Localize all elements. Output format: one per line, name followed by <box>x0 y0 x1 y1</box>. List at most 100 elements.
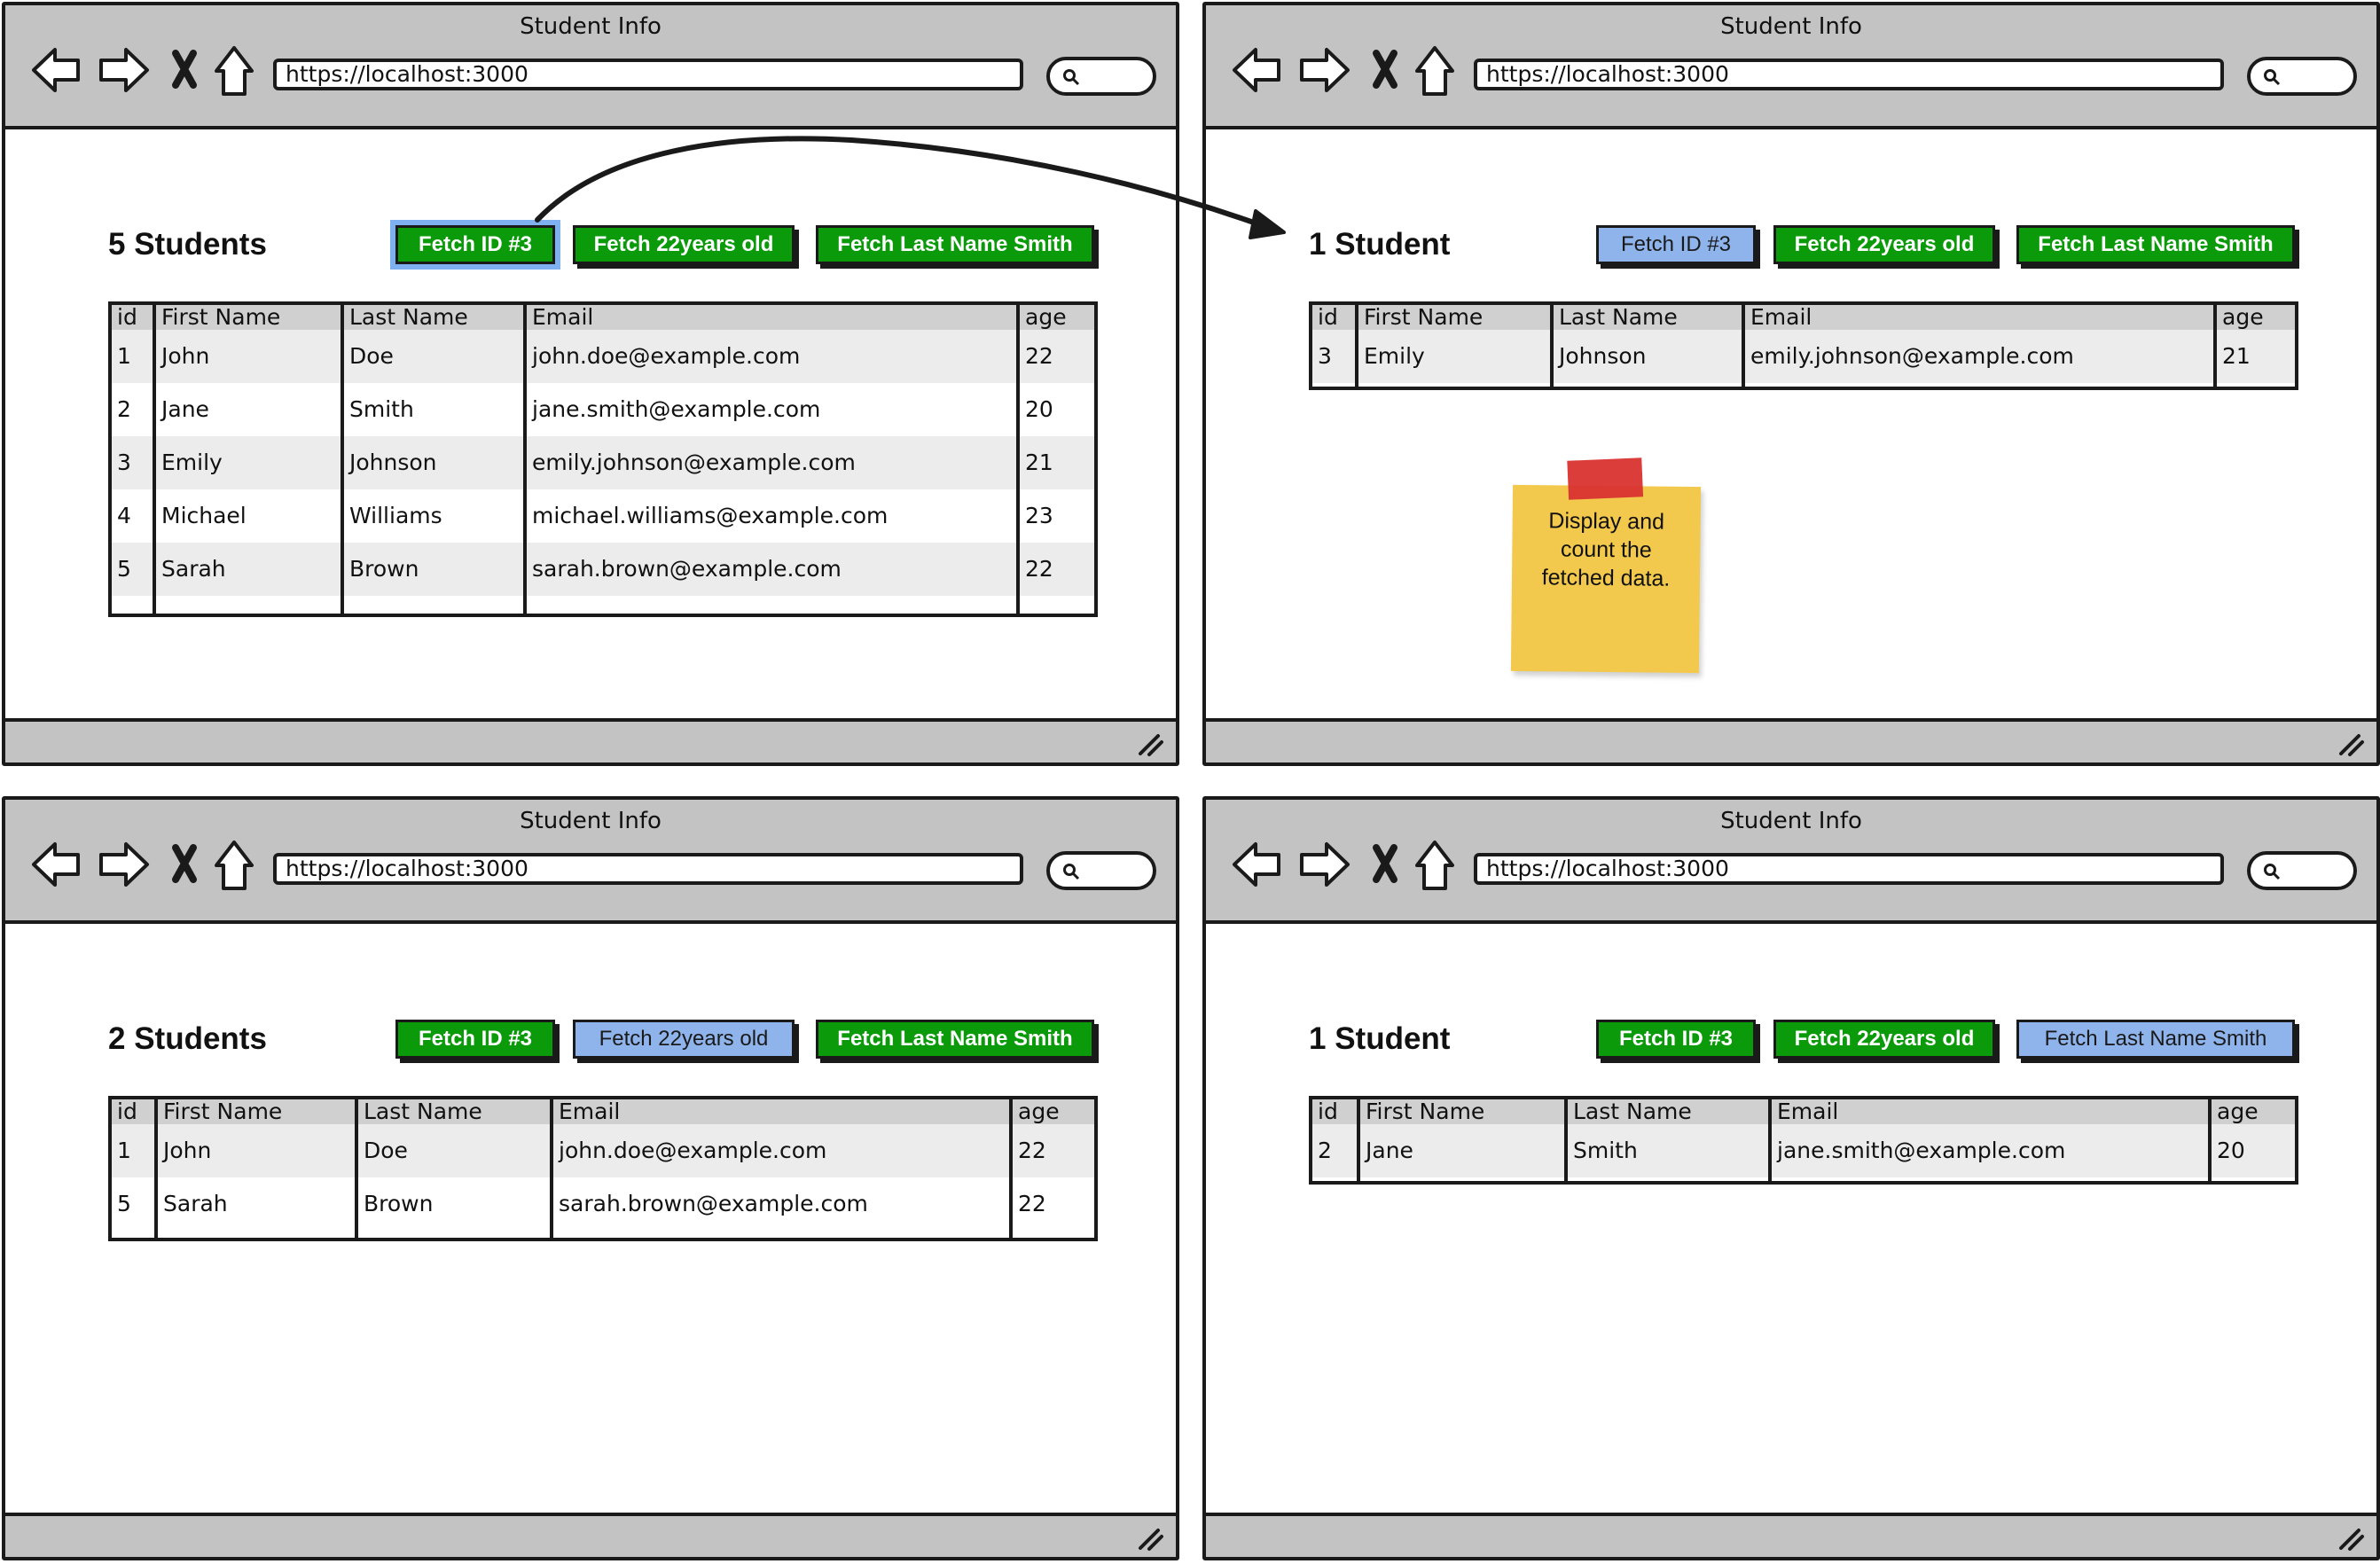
cell-email: emily.johnson@example.com <box>1750 343 2074 369</box>
fetch-id-3-button[interactable]: Fetch ID #3 <box>1596 1020 1756 1059</box>
status-bar <box>5 718 1176 762</box>
fetch-last-name-smith-button[interactable]: Fetch Last Name Smith <box>2016 225 2295 264</box>
table-header: id First Name Last Name Email age <box>1312 305 2295 330</box>
table-row[interactable]: 1 John Doe john.doe@example.com 22 <box>112 1124 1094 1177</box>
resize-grip-icon[interactable] <box>2336 731 2366 757</box>
header-email: Email <box>532 305 594 330</box>
sticky-tape <box>1567 457 1644 500</box>
back-arrow-icon[interactable] <box>32 48 80 92</box>
column-divider <box>1355 305 1358 387</box>
fetch-last-name-smith-button[interactable]: Fetch Last Name Smith <box>816 225 1094 264</box>
student-count-heading: 1 Student <box>1309 227 1451 262</box>
fetch-id-3-button[interactable]: Fetch ID #3 <box>395 1020 555 1059</box>
forward-arrow-icon[interactable] <box>1300 48 1350 92</box>
home-icon[interactable] <box>215 841 254 890</box>
search-icon <box>2264 69 2281 86</box>
cell-email: jane.smith@example.com <box>1777 1138 2066 1163</box>
students-table: id First Name Last Name Email age 3 Emil… <box>1309 301 2298 390</box>
students-table: id First Name Last Name Email age 1 John… <box>108 1096 1098 1241</box>
back-arrow-icon[interactable] <box>32 842 80 887</box>
sticky-note: Display and count the fetched data. <box>1510 457 1702 674</box>
search-button[interactable] <box>2247 851 2357 890</box>
cell-age: 20 <box>1025 396 1053 422</box>
table-header: id First Name Last Name Email age <box>112 305 1094 330</box>
cell-last-name: Smith <box>1573 1138 1638 1163</box>
fetch-last-name-smith-button[interactable]: Fetch Last Name Smith <box>2016 1020 2295 1059</box>
url-bar[interactable]: https://localhost:3000 <box>1474 853 2224 885</box>
fetch-22-years-old-button[interactable]: Fetch 22years old <box>1773 1020 1995 1059</box>
cell-email: john.doe@example.com <box>532 343 801 369</box>
forward-arrow-icon[interactable] <box>1300 842 1350 887</box>
column-divider <box>1016 305 1020 614</box>
forward-arrow-icon[interactable] <box>99 842 149 887</box>
resize-grip-icon[interactable] <box>1135 731 1165 757</box>
url-bar[interactable]: https://localhost:3000 <box>1474 59 2224 90</box>
table-row[interactable]: 1 John Doe john.doe@example.com 22 <box>112 330 1094 383</box>
stop-x-icon[interactable] <box>172 50 197 89</box>
column-divider <box>355 1099 358 1238</box>
stop-x-icon[interactable] <box>172 844 197 883</box>
stop-x-icon[interactable] <box>1373 844 1397 883</box>
table-row[interactable]: 5 Sarah Brown sarah.brown@example.com 22 <box>112 543 1094 596</box>
browser-toolbar: Student Info https://localhost:3000 <box>5 5 1176 129</box>
resize-grip-icon[interactable] <box>1135 1525 1165 1552</box>
search-button[interactable] <box>2247 57 2357 96</box>
cell-first-name: Jane <box>161 396 209 422</box>
browser-window-4: Student Info https://localhost:3000 1 St… <box>1202 796 2380 1560</box>
column-divider <box>1742 305 1745 387</box>
fetch-22-years-old-button[interactable]: Fetch 22years old <box>573 1020 795 1059</box>
column-divider <box>1009 1099 1013 1238</box>
table-row[interactable]: 3 Emily Johnson emily.johnson@example.co… <box>1312 330 2295 383</box>
cell-id: 2 <box>1318 1138 1332 1163</box>
url-bar[interactable]: https://localhost:3000 <box>273 59 1023 90</box>
resize-grip-icon[interactable] <box>2336 1525 2366 1552</box>
cell-last-name: Williams <box>349 503 442 528</box>
cell-first-name: Sarah <box>161 556 226 582</box>
cell-first-name: Emily <box>161 450 223 475</box>
table-row[interactable]: 4 Michael Williams michael.williams@exam… <box>112 489 1094 543</box>
table-row[interactable]: 2 Jane Smith jane.smith@example.com 20 <box>1312 1124 2295 1177</box>
fetch-22-years-old-button[interactable]: Fetch 22years old <box>1773 225 1995 264</box>
cell-first-name: John <box>161 343 210 369</box>
cell-first-name: John <box>163 1138 212 1163</box>
url-bar[interactable]: https://localhost:3000 <box>273 853 1023 885</box>
cell-email: michael.williams@example.com <box>532 503 889 528</box>
fetch-22-years-old-button[interactable]: Fetch 22years old <box>573 225 795 264</box>
table-row[interactable]: 5 Sarah Brown sarah.brown@example.com 22 <box>112 1177 1094 1231</box>
search-button[interactable] <box>1046 851 1156 890</box>
search-button[interactable] <box>1046 57 1156 96</box>
cell-id: 3 <box>117 450 131 475</box>
header-first-name: First Name <box>161 305 281 330</box>
column-divider <box>2213 305 2217 387</box>
cell-last-name: Brown <box>349 556 419 582</box>
home-icon[interactable] <box>1415 46 1454 96</box>
back-arrow-icon[interactable] <box>1233 48 1280 92</box>
cell-age: 22 <box>1018 1191 1046 1216</box>
header-age: age <box>1018 1099 1060 1124</box>
header-first-name: First Name <box>1364 305 1484 330</box>
browser-window-3: Student Info https://localhost:3000 2 St… <box>2 796 1179 1560</box>
home-icon[interactable] <box>215 46 254 96</box>
cell-age: 20 <box>2217 1138 2245 1163</box>
home-icon[interactable] <box>1415 841 1454 890</box>
search-icon <box>1063 864 1080 880</box>
table-row[interactable]: 3 Emily Johnson emily.johnson@example.co… <box>112 436 1094 489</box>
header-age: age <box>1025 305 1067 330</box>
back-arrow-icon[interactable] <box>1233 842 1280 887</box>
column-divider <box>1357 1099 1360 1181</box>
cell-id: 2 <box>117 396 131 422</box>
header-email: Email <box>1777 1099 1839 1124</box>
header-id: id <box>117 305 137 330</box>
column-divider <box>1564 1099 1568 1181</box>
cell-first-name: Jane <box>1366 1138 1413 1163</box>
table-row[interactable]: 2 Jane Smith jane.smith@example.com 20 <box>112 383 1094 436</box>
forward-arrow-icon[interactable] <box>99 48 149 92</box>
column-divider <box>1768 1099 1772 1181</box>
header-age: age <box>2217 1099 2259 1124</box>
fetch-id-3-button[interactable]: Fetch ID #3 <box>1596 225 1756 264</box>
fetch-last-name-smith-button[interactable]: Fetch Last Name Smith <box>816 1020 1094 1059</box>
browser-window-1: Student Info https://localhost:3000 5 St… <box>2 2 1179 766</box>
fetch-id-3-button[interactable]: Fetch ID #3 <box>390 220 560 270</box>
stop-x-icon[interactable] <box>1373 50 1397 89</box>
cell-last-name: Smith <box>349 396 414 422</box>
